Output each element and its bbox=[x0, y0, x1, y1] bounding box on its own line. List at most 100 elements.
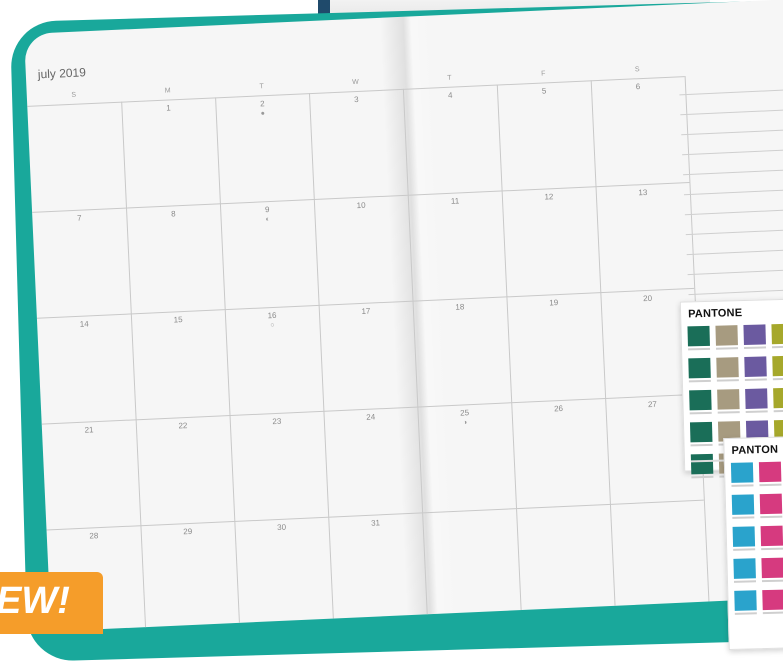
color-swatch bbox=[773, 387, 783, 409]
swatch-label bbox=[744, 378, 767, 381]
day-number[interactable]: 19 bbox=[509, 296, 599, 309]
weekday-label: S bbox=[634, 66, 640, 74]
weekday-label: M bbox=[164, 87, 171, 95]
swatch-label bbox=[689, 411, 712, 415]
swatch-label bbox=[688, 347, 711, 351]
color-swatch bbox=[762, 589, 783, 611]
day-number[interactable]: 13 bbox=[598, 186, 688, 199]
color-swatch bbox=[734, 590, 757, 611]
swatch-label bbox=[762, 611, 783, 615]
day-number[interactable]: 28 bbox=[49, 529, 139, 542]
notes-line bbox=[683, 189, 783, 196]
day-number[interactable]: 10 bbox=[316, 199, 406, 212]
color-swatch bbox=[771, 323, 783, 345]
weekday-label: T bbox=[447, 74, 452, 82]
day-number[interactable]: 30 bbox=[236, 521, 326, 534]
day-number[interactable]: 17 bbox=[321, 305, 411, 318]
moon-phase-icon: ● bbox=[260, 110, 266, 118]
swatch-label bbox=[733, 580, 757, 583]
day-number[interactable]: 3 bbox=[311, 93, 401, 106]
notes-line bbox=[680, 109, 783, 116]
color-swatch bbox=[715, 325, 738, 346]
new-badge-text: EW! bbox=[0, 580, 70, 622]
day-number[interactable]: 11 bbox=[410, 195, 500, 208]
notes-line bbox=[682, 149, 783, 156]
swatch-label bbox=[734, 612, 757, 615]
notes-line bbox=[684, 209, 783, 216]
day-number[interactable]: 14 bbox=[39, 318, 129, 331]
swatch-label bbox=[731, 484, 754, 487]
color-swatch bbox=[688, 357, 711, 379]
swatch-card-secondary: PANTON bbox=[723, 435, 783, 651]
swatch-label bbox=[733, 548, 756, 551]
color-swatch bbox=[687, 325, 710, 347]
day-number[interactable]: 12 bbox=[504, 190, 594, 203]
day-number[interactable]: 21 bbox=[44, 423, 134, 436]
new-badge: EW! bbox=[0, 572, 103, 634]
color-swatch bbox=[760, 525, 783, 547]
pantone-logo-secondary: PANTON bbox=[731, 443, 779, 457]
notes-line bbox=[679, 89, 783, 96]
swatch-label bbox=[716, 347, 739, 350]
color-swatch bbox=[730, 462, 754, 483]
color-swatch bbox=[745, 388, 768, 409]
grid-column-line bbox=[590, 80, 616, 610]
swatch-label bbox=[744, 346, 767, 349]
moon-phase-icon: ◑ bbox=[462, 419, 468, 427]
swatch-label bbox=[745, 410, 768, 413]
day-number[interactable]: 15 bbox=[133, 313, 223, 326]
weekday-label: F bbox=[541, 70, 546, 78]
weekday-label: T bbox=[259, 83, 264, 91]
swatch-label bbox=[761, 579, 783, 583]
month-title: july 2019 bbox=[37, 65, 87, 82]
weekday-label: W bbox=[352, 78, 359, 87]
color-swatch bbox=[689, 421, 713, 443]
grid-column-line bbox=[121, 101, 147, 632]
notes-line bbox=[688, 289, 783, 296]
day-number[interactable]: 22 bbox=[138, 419, 228, 432]
moon-phase-icon: ○ bbox=[270, 321, 275, 330]
notes-line bbox=[685, 229, 783, 236]
color-swatch bbox=[690, 453, 714, 475]
color-swatch bbox=[759, 493, 783, 515]
day-number[interactable]: 23 bbox=[232, 415, 322, 428]
color-swatch bbox=[716, 357, 739, 378]
swatch-label bbox=[761, 547, 783, 551]
color-swatch bbox=[732, 526, 756, 547]
pantone-logo: PANTONE bbox=[687, 306, 743, 321]
notes-line bbox=[681, 129, 783, 136]
swatch-label bbox=[771, 345, 783, 349]
color-swatch bbox=[733, 558, 756, 579]
day-number[interactable]: 5 bbox=[499, 84, 589, 97]
swatch-label bbox=[690, 443, 713, 447]
day-number[interactable]: 7 bbox=[34, 212, 124, 225]
swatch-label bbox=[716, 379, 739, 382]
grid-column-line bbox=[308, 93, 335, 623]
swatch-label bbox=[760, 515, 783, 519]
day-number[interactable]: 6 bbox=[593, 80, 683, 93]
color-swatch bbox=[743, 324, 766, 345]
grid-column-line bbox=[496, 84, 522, 615]
color-swatch bbox=[689, 389, 712, 411]
day-number[interactable]: 8 bbox=[128, 207, 218, 220]
swatch-label bbox=[688, 379, 711, 383]
swatch-label bbox=[759, 483, 782, 487]
planner-page: july 2019 SMTWTFS 1 2 ● 3 4 5 6 7 8 9 ◐ 10 11 12 13 14 1… bbox=[24, 0, 783, 632]
grid-column-line bbox=[215, 97, 241, 627]
color-swatch bbox=[717, 389, 740, 410]
day-number[interactable]: 26 bbox=[513, 402, 603, 415]
swatch-label bbox=[717, 411, 740, 414]
color-swatch bbox=[758, 461, 782, 483]
color-swatch bbox=[772, 355, 783, 377]
day-number[interactable]: 18 bbox=[415, 300, 505, 313]
day-number[interactable]: 31 bbox=[330, 517, 420, 530]
day-number[interactable]: 24 bbox=[326, 411, 416, 424]
moon-phase-icon: ◐ bbox=[265, 216, 270, 224]
color-swatch bbox=[731, 494, 755, 515]
day-number[interactable]: 29 bbox=[143, 525, 233, 538]
day-number[interactable]: 4 bbox=[405, 89, 495, 102]
swatch-grid-secondary bbox=[724, 437, 783, 615]
day-number[interactable]: 1 bbox=[123, 101, 213, 114]
color-swatch bbox=[744, 356, 767, 377]
color-swatch bbox=[761, 557, 783, 579]
